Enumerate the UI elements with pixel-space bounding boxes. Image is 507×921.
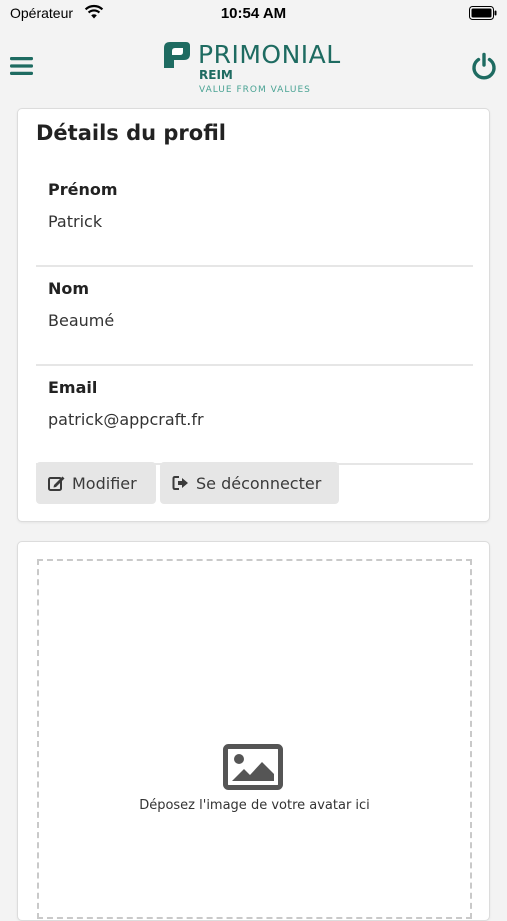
logout-button-label: Se déconnecter — [196, 473, 322, 493]
field-label: Nom — [48, 279, 90, 298]
profile-card: Détails du profil Prénom Patrick Nom Bea… — [17, 108, 490, 522]
field-last-name: Nom Beaumé — [36, 267, 473, 366]
field-email: Email patrick@appcraft.fr — [36, 366, 473, 465]
profile-title: Détails du profil — [36, 121, 226, 145]
hamburger-menu-icon[interactable] — [10, 56, 33, 76]
sign-out-icon — [172, 476, 188, 490]
edit-button[interactable]: Modifier — [36, 462, 156, 504]
logout-button[interactable]: Se déconnecter — [160, 462, 339, 504]
field-value: patrick@appcraft.fr — [48, 410, 204, 429]
logo-mark-icon — [164, 42, 190, 68]
image-icon — [223, 744, 283, 790]
edit-icon — [48, 476, 65, 491]
logo-sub-text: REIM — [199, 68, 233, 82]
avatar-dropzone[interactable]: Déposez l'image de votre avatar ici — [37, 559, 472, 919]
power-icon[interactable] — [471, 52, 497, 80]
battery-icon — [469, 6, 497, 20]
field-value: Patrick — [48, 212, 103, 231]
app-header: PRIMONIAL REIM VALUE FROM VALUES — [0, 28, 507, 102]
logo-brand-text: PRIMONIAL — [198, 40, 341, 69]
status-bar: Opérateur 10:54 AM — [0, 0, 507, 28]
edit-button-label: Modifier — [72, 473, 137, 493]
avatar-card: Déposez l'image de votre avatar ici — [17, 541, 490, 921]
dropzone-text: Déposez l'image de votre avatar ici — [139, 798, 370, 813]
field-label: Prénom — [48, 180, 118, 199]
primonial-logo: PRIMONIAL REIM VALUE FROM VALUES — [160, 40, 360, 100]
field-value: Beaumé — [48, 311, 115, 330]
logo-tagline: VALUE FROM VALUES — [199, 85, 311, 95]
field-label: Email — [48, 378, 98, 397]
field-first-name: Prénom Patrick — [36, 168, 473, 267]
status-time: 10:54 AM — [220, 5, 287, 22]
